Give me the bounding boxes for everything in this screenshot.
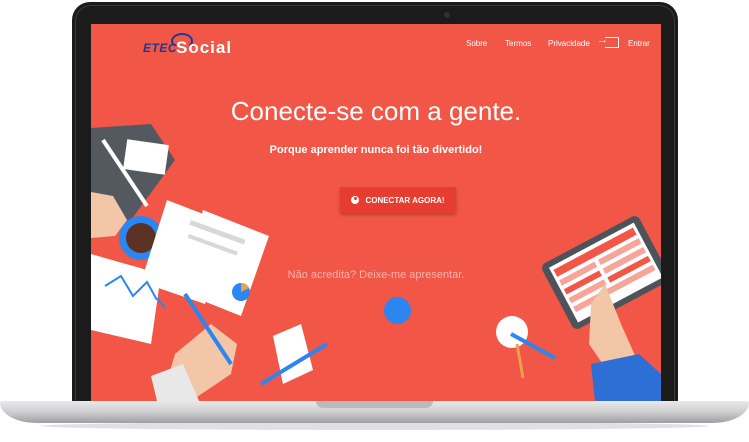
nav-terms-link[interactable]: Termos bbox=[505, 39, 531, 48]
nav-login-link[interactable]: Entrar bbox=[628, 39, 650, 48]
hero-title: Conecte-se com a gente. bbox=[230, 96, 522, 126]
cup-shape bbox=[496, 316, 528, 348]
scroll-dot-button[interactable] bbox=[384, 297, 411, 324]
connect-now-button[interactable]: CONECTAR AGORA! bbox=[340, 187, 456, 213]
logo-etec-text: ETEC bbox=[143, 41, 178, 55]
website-screen: ETEC Social Sobre Termos Privacidade Ent… bbox=[91, 24, 661, 401]
present-link[interactable]: Não acredita? Deixe-me apresentar. bbox=[91, 269, 661, 281]
top-nav: ETEC Social Sobre Termos Privacidade Ent… bbox=[91, 24, 661, 68]
hero-subtitle: Porque aprender nunca foi tão divertido! bbox=[269, 144, 483, 156]
laptop-notch bbox=[316, 401, 433, 408]
user-circle-icon bbox=[351, 196, 360, 204]
laptop-shadow bbox=[40, 422, 709, 430]
logo-social-text: Social bbox=[176, 38, 233, 57]
nav-about-link[interactable]: Sobre bbox=[466, 39, 487, 48]
login-icon[interactable] bbox=[597, 34, 619, 48]
nav-privacy-link[interactable]: Privacidade bbox=[548, 39, 590, 48]
connect-now-label: CONECTAR AGORA! bbox=[365, 195, 445, 205]
camera-icon bbox=[444, 12, 450, 18]
